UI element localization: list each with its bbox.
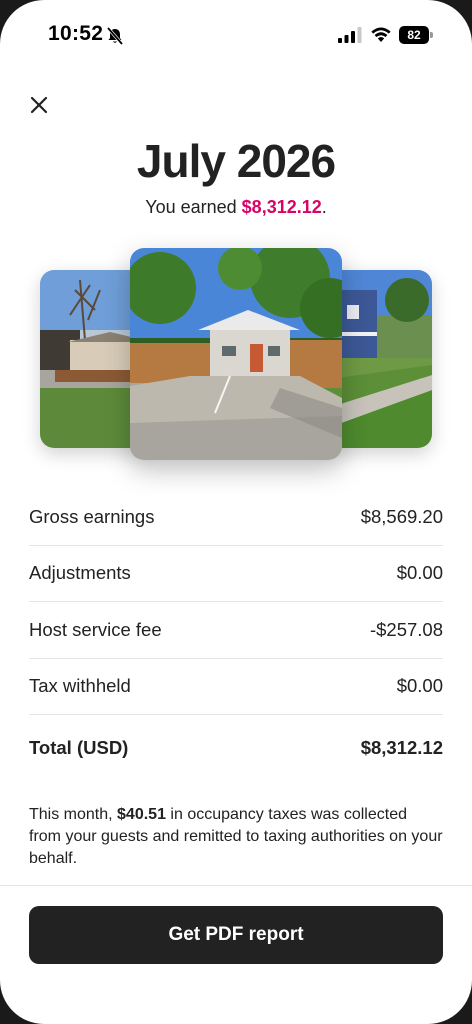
- earnings-label: Host service fee: [29, 618, 162, 640]
- earnings-breakdown: Gross earnings $8,569.20 Adjustments $0.…: [29, 489, 443, 781]
- close-button[interactable]: [24, 90, 54, 120]
- signal-icon: [338, 27, 362, 43]
- battery-cap: [430, 32, 433, 38]
- earnings-row: Tax withheld $0.00: [29, 659, 443, 715]
- earned-suffix: .: [321, 197, 327, 217]
- earnings-value: $8,569.20: [360, 505, 443, 527]
- bell-slash-icon: [106, 26, 124, 46]
- listing-photo-main[interactable]: [130, 248, 342, 460]
- note-prefix: This month,: [29, 806, 118, 823]
- note-amount: $40.51: [117, 806, 166, 823]
- total-value: $8,312.12: [360, 737, 443, 758]
- screen: 10:52 82 July 2026 You earned $8,312.12.…: [0, 0, 472, 1024]
- earned-summary: You earned $8,312.12.: [0, 197, 472, 218]
- battery-level: 82: [399, 26, 429, 44]
- earned-prefix: You earned: [145, 197, 242, 217]
- earnings-label: Adjustments: [29, 562, 131, 584]
- close-icon: [30, 96, 48, 114]
- total-row: Total (USD) $8,312.12: [29, 715, 443, 781]
- earnings-row: Host service fee -$257.08: [29, 602, 443, 659]
- earnings-label: Gross earnings: [29, 505, 155, 527]
- page-title: July 2026: [136, 135, 336, 187]
- total-label: Total (USD): [29, 737, 129, 758]
- get-pdf-report-button[interactable]: Get PDF report: [29, 906, 443, 964]
- status-time: 10:52: [48, 22, 104, 45]
- earnings-label: Tax withheld: [29, 675, 131, 697]
- earned-amount: $8,312.12: [241, 197, 322, 217]
- status-bar: 10:52 82: [0, 0, 472, 70]
- battery-icon: 82: [399, 26, 433, 44]
- earnings-value: -$257.08: [369, 618, 443, 640]
- earnings-value: $0.00: [396, 562, 443, 584]
- occupancy-tax-note: This month, $40.51 in occupancy taxes wa…: [29, 804, 443, 870]
- wifi-icon: [371, 27, 391, 42]
- footer-divider: [0, 885, 472, 886]
- earnings-row: Gross earnings $8,569.20: [29, 489, 443, 546]
- earnings-row: Adjustments $0.00: [29, 546, 443, 602]
- earnings-value: $0.00: [396, 675, 443, 697]
